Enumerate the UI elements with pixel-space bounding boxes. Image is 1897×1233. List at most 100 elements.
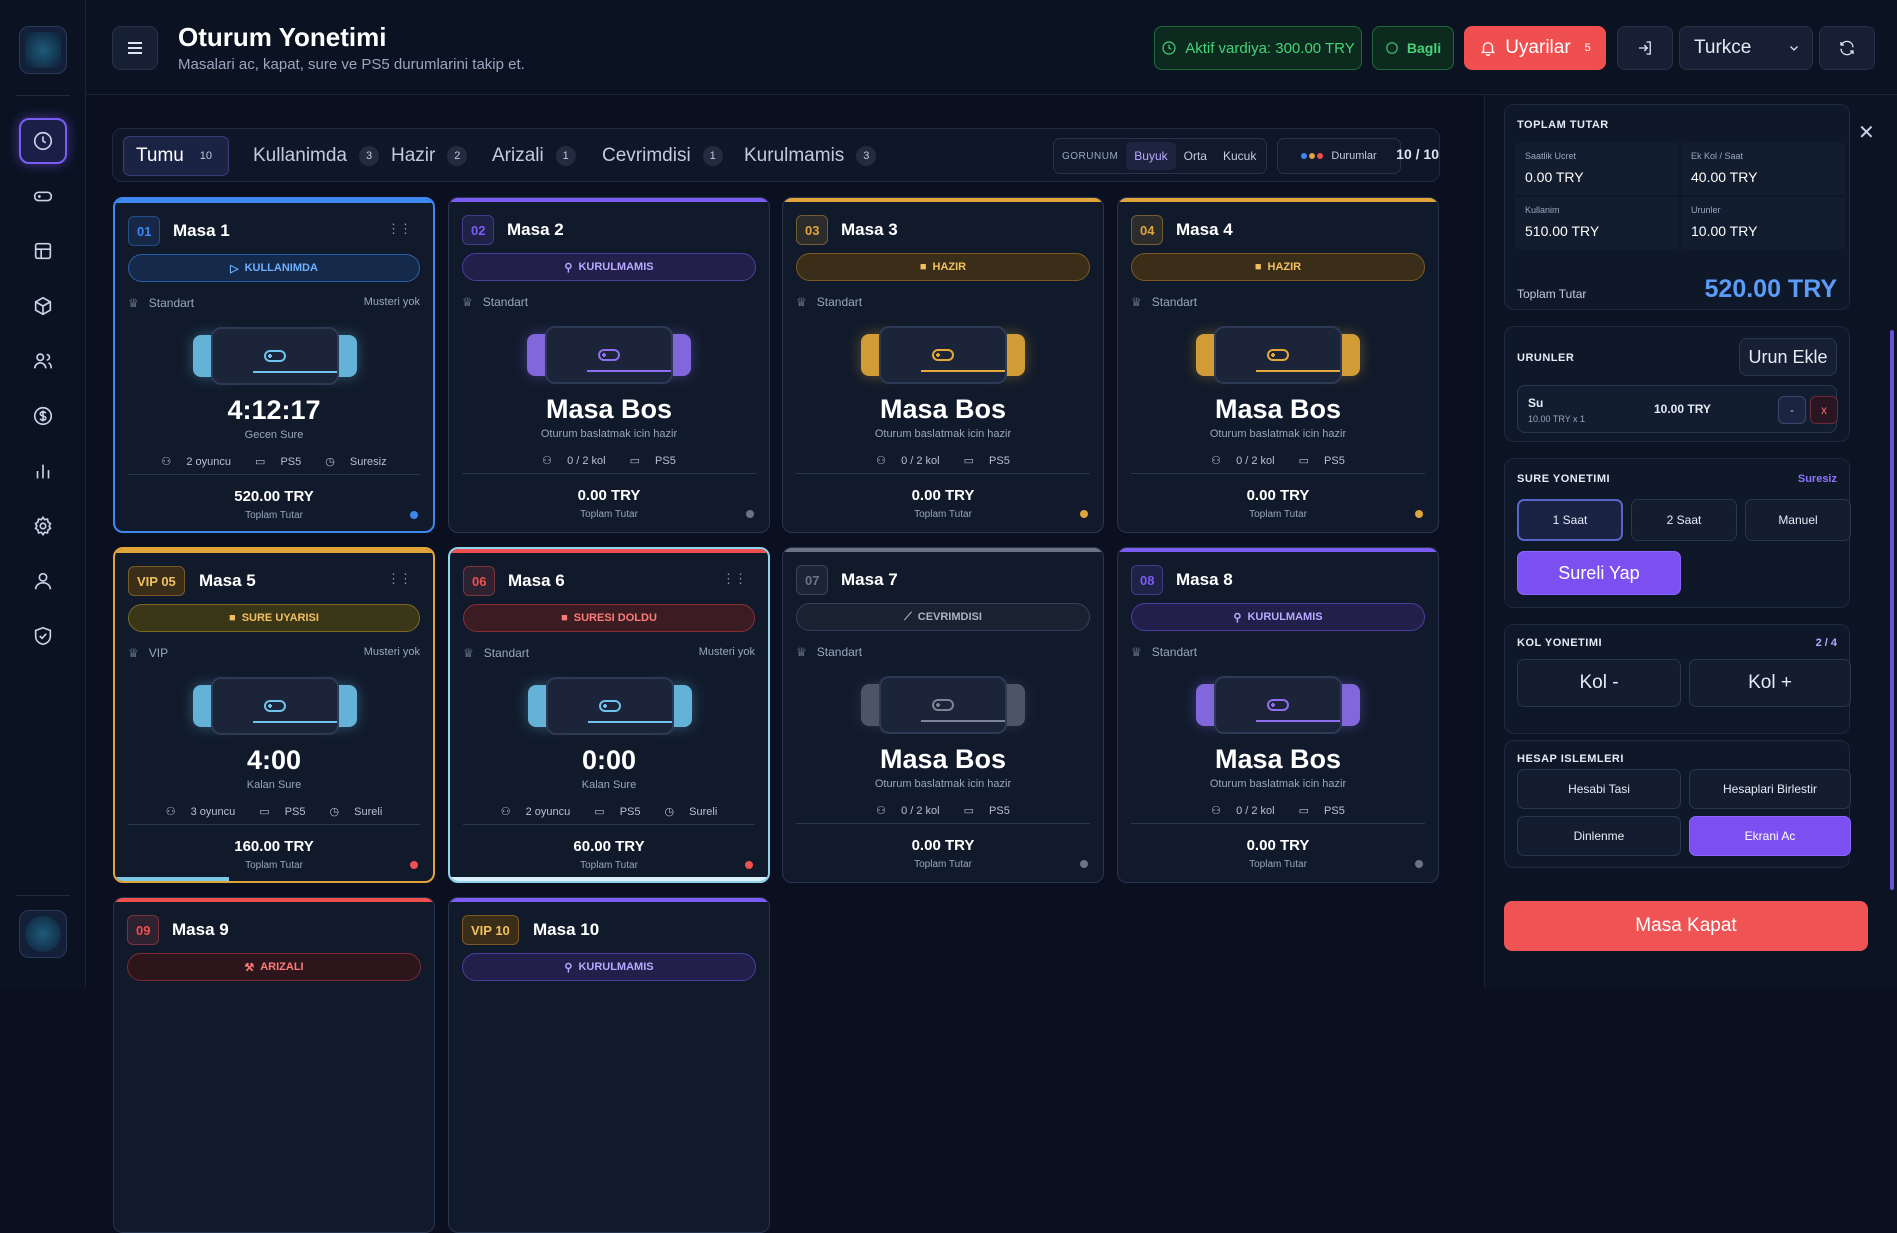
ps5-console-icon bbox=[528, 677, 692, 735]
monitor-icon: ▭ bbox=[254, 456, 269, 468]
time-management-box: SURE YONETIMI Suresiz 1 Saat 2 Saat Manu… bbox=[1504, 458, 1851, 608]
drag-handle-icon[interactable]: ⋮⋮ bbox=[722, 571, 747, 587]
view-small[interactable]: Kucuk bbox=[1215, 149, 1264, 163]
logout-button[interactable] bbox=[1617, 26, 1673, 70]
language-select[interactable]: Turkce bbox=[1679, 26, 1813, 70]
two-hour-button[interactable]: 2 Saat bbox=[1631, 499, 1737, 541]
table-tier: ♕ Standart bbox=[462, 295, 528, 309]
ps5-console-icon bbox=[861, 326, 1025, 384]
table-card[interactable]: VIP 05 Masa 5 ⋮⋮ ■ SURE UYARISI ♕ VIP Musteri y… bbox=[113, 547, 435, 883]
move-account-button[interactable]: Hesabi Tasi bbox=[1517, 769, 1681, 809]
console-label: PS5 bbox=[989, 805, 1010, 817]
close-table-button[interactable]: Masa Kapat bbox=[1504, 901, 1868, 951]
status-icon: ■ bbox=[919, 261, 927, 273]
active-shift-badge[interactable]: Aktif vardiya: 300.00 TRY bbox=[1154, 26, 1362, 70]
sidebar bbox=[0, 0, 86, 988]
avatar[interactable] bbox=[19, 910, 67, 958]
refresh-button[interactable] bbox=[1819, 26, 1875, 70]
products-title: URUNLER bbox=[1517, 352, 1575, 364]
ps5-console-icon bbox=[1196, 676, 1360, 734]
language-value: Turkce bbox=[1694, 37, 1752, 58]
table-name: Masa 7 bbox=[841, 570, 898, 589]
user-icon[interactable] bbox=[19, 558, 67, 604]
monitor-icon: ▭ bbox=[259, 806, 273, 818]
table-card[interactable]: 06 Masa 6 ⋮⋮ ■ SURESI DOLDU ♕ Standart Musteri … bbox=[448, 547, 770, 883]
product-remove-button[interactable]: x bbox=[1810, 396, 1838, 424]
alerts-button[interactable]: Uyarilar 5 bbox=[1464, 26, 1606, 70]
players-label: 0 / 2 kol bbox=[1236, 455, 1275, 467]
controller-minus-button[interactable]: Kol - bbox=[1517, 659, 1681, 707]
gamepad-icon[interactable] bbox=[19, 173, 67, 219]
crown-icon: ♕ bbox=[796, 645, 807, 659]
status-badge: ⚲ KURULMAMIS bbox=[1131, 603, 1425, 631]
table-card[interactable]: 04 Masa 4 ■ HAZIR ♕ Standart Masa Bos Oturum ba… bbox=[1117, 197, 1439, 533]
status-icon: ⚒ bbox=[244, 961, 255, 974]
panel-scrollbar[interactable] bbox=[1890, 330, 1894, 890]
add-product-button[interactable]: Urun Ekle bbox=[1739, 338, 1837, 376]
table-amount-label: Toplam Tutar bbox=[580, 509, 638, 520]
clock-icon: ◷ bbox=[325, 456, 338, 468]
tier-label: Standart bbox=[816, 295, 863, 309]
table-meta: ⚇ 2 oyuncu ▭ PS5 ◷ Sureli bbox=[450, 805, 768, 818]
connection-status[interactable]: Bagli bbox=[1372, 26, 1454, 70]
users-icon[interactable] bbox=[19, 338, 67, 384]
one-hour-button[interactable]: 1 Saat bbox=[1517, 499, 1623, 541]
tab-label: Tumu bbox=[136, 145, 184, 166]
status-label: KULLANIMDA bbox=[244, 262, 318, 274]
merge-accounts-button[interactable]: Hesaplari Birlestir bbox=[1689, 769, 1851, 809]
bar-chart-icon[interactable] bbox=[19, 448, 67, 494]
status-label: SURE UYARISI bbox=[241, 612, 319, 624]
gamepad-icon bbox=[598, 349, 620, 361]
make-timed-button[interactable]: Sureli Yap bbox=[1517, 551, 1681, 595]
view-medium[interactable]: Orta bbox=[1176, 149, 1215, 163]
table-card[interactable]: 08 Masa 8 ⚲ KURULMAMIS ♕ Standart Masa Bos Otur… bbox=[1117, 547, 1439, 883]
table-card[interactable]: 09 Masa 9 ⚒ ARIZALI bbox=[113, 897, 435, 1233]
console-label: PS5 bbox=[284, 806, 306, 818]
table-card[interactable]: 01 Masa 1 ⋮⋮ ▷ KULLANIMDA ♕ Standart Musteri yo… bbox=[113, 197, 435, 533]
status-label: KURULMAMIS bbox=[578, 961, 654, 973]
customer-label: Musteri yok bbox=[363, 296, 420, 308]
players-info: ⚇ 0 / 2 kol bbox=[536, 455, 611, 467]
console-label: PS5 bbox=[655, 455, 676, 467]
menu-icon[interactable] bbox=[112, 26, 158, 70]
tab-count: 3 bbox=[856, 146, 877, 166]
view-large[interactable]: Buyuk bbox=[1126, 142, 1176, 170]
tab-ready[interactable]: Hazir 2 bbox=[379, 136, 479, 176]
box-icon[interactable] bbox=[19, 283, 67, 329]
close-icon[interactable]: ✕ bbox=[1858, 120, 1875, 145]
drag-handle-icon[interactable]: ⋮⋮ bbox=[387, 221, 412, 237]
table-number: VIP 10 bbox=[462, 915, 519, 945]
controller-plus-button[interactable]: Kol + bbox=[1689, 659, 1851, 707]
tier-label: Standart bbox=[148, 296, 195, 310]
open-screen-button[interactable]: Ekrani Ac bbox=[1689, 816, 1851, 856]
table-card[interactable]: 02 Masa 2 ⚲ KURULMAMIS ♕ Standart Masa Bos Otur… bbox=[448, 197, 770, 533]
clock-icon[interactable] bbox=[19, 118, 67, 164]
tab-all[interactable]: Tumu 10 bbox=[123, 136, 229, 176]
table-icon[interactable] bbox=[19, 228, 67, 274]
gear-icon[interactable] bbox=[19, 503, 67, 549]
tab-count: 1 bbox=[702, 146, 723, 166]
tab-offline[interactable]: Cevrimdisi 1 bbox=[590, 136, 735, 176]
table-card[interactable]: 03 Masa 3 ■ HAZIR ♕ Standart Masa Bos Oturum ba… bbox=[782, 197, 1104, 533]
table-card[interactable]: 07 Masa 7 ⟋ CEVRIMDISI ♕ Standart Masa Bos Otur… bbox=[782, 547, 1104, 883]
status-legend-button[interactable]: Durumlar bbox=[1277, 138, 1401, 174]
manual-time-button[interactable]: Manuel bbox=[1745, 499, 1851, 541]
shield-check-icon[interactable] bbox=[19, 613, 67, 659]
tab-in-use[interactable]: Kullanimda 3 bbox=[241, 136, 391, 176]
app-logo[interactable] bbox=[19, 26, 67, 74]
table-main-value: 4:00 bbox=[246, 745, 302, 775]
dollar-icon[interactable] bbox=[19, 393, 67, 439]
tier-label: Standart bbox=[1151, 295, 1198, 309]
ps5-console-icon bbox=[193, 327, 357, 385]
table-main-label: Oturum baslatmak icin hazir bbox=[1209, 778, 1347, 790]
status-dot bbox=[745, 861, 753, 869]
rest-button[interactable]: Dinlenme bbox=[1517, 816, 1681, 856]
status-icon: ■ bbox=[561, 612, 568, 624]
drag-handle-icon[interactable]: ⋮⋮ bbox=[387, 571, 412, 587]
tab-not-setup[interactable]: Kurulmamis 3 bbox=[732, 136, 888, 176]
tab-faulty[interactable]: Arizali 1 bbox=[480, 136, 588, 176]
filter-bar: Tumu 10 Kullanimda 3 Hazir 2 Arizali 1 Cevri… bbox=[112, 128, 1440, 182]
product-row: Su 10.00 TRY x 1 10.00 TRY - x bbox=[1517, 385, 1838, 433]
table-card[interactable]: VIP 10 Masa 10 ⚲ KURULMAMIS bbox=[448, 897, 770, 1233]
product-minus-button[interactable]: - bbox=[1778, 396, 1806, 424]
